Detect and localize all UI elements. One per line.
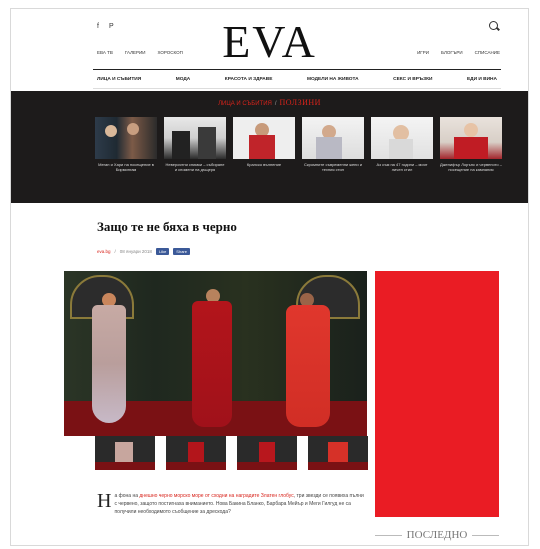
nav-item[interactable]: ЛИЦА И СЪБИТИЯ	[97, 77, 141, 82]
featured-card[interactable]: Скромните съвременни жени и техния стил	[302, 117, 364, 172]
card-caption[interactable]: Меган и Хари на посещение в Бирмингам	[95, 162, 157, 172]
gallery-thumb[interactable]	[237, 436, 297, 470]
card-caption[interactable]: Дженифър Лорънс и червеното – посещение …	[440, 162, 502, 172]
article-author[interactable]: eva.bg	[97, 249, 111, 254]
main-nav: ЛИЦА И СЪБИТИЯ МОДА КРАСОТА И ЗДРАВЕ МОД…	[93, 69, 501, 89]
header-left-links: ЕВА ТВ ГАЛЕРИИ ХОРОСКОП	[97, 50, 183, 55]
article-meta: eva.bg / 08 януари 2018 Like Share	[97, 248, 190, 255]
card-caption[interactable]: Аз съм на 47 години – моят личен стил	[371, 162, 433, 172]
featured-category[interactable]: ЛИЦА И СЪБИТИЯ	[218, 101, 272, 107]
link-galleries[interactable]: ГАЛЕРИИ	[125, 50, 146, 55]
card-caption[interactable]: Невероятни снимки – събиране и спомени н…	[164, 162, 226, 172]
article-body: На фона на днешно черно морско море от с…	[97, 490, 367, 516]
card-caption[interactable]: Скромните съвременни жени и техния стил	[302, 162, 364, 172]
nav-item[interactable]: КРАСОТА И ЗДРАВЕ	[225, 77, 273, 82]
gallery-thumb[interactable]	[95, 436, 155, 470]
featured-heading: ПОЛЗИНИ	[279, 98, 321, 107]
nav-item[interactable]: СЕКС И ВРЪЗКИ	[393, 77, 432, 82]
gallery-thumb[interactable]	[308, 436, 368, 470]
link-bloggers[interactable]: БЛОГЪРИ	[441, 50, 463, 55]
article-title: Защо те не бяха в черно	[97, 219, 237, 234]
card-image[interactable]	[371, 117, 433, 159]
card-image[interactable]	[164, 117, 226, 159]
featured-cards: Меган и Хари на посещение в Бирмингам Не…	[95, 117, 502, 172]
nav-item[interactable]: МОДА	[176, 77, 191, 82]
drop-cap: Н	[97, 490, 112, 512]
heading-rule	[375, 534, 402, 536]
link-magazine[interactable]: СПИСАНИЕ	[475, 50, 500, 55]
body-link[interactable]: днешно черно морско море от сходни на на…	[139, 493, 293, 499]
latest-label: ПОСЛЕДНО	[406, 529, 468, 541]
featured-card[interactable]: Кралско вълнение	[233, 117, 295, 172]
nav-item[interactable]: ЕДИ И ВИНА	[467, 77, 497, 82]
featured-card[interactable]: Дженифър Лорънс и червеното – посещение …	[440, 117, 502, 172]
gallery-thumbnails	[95, 436, 368, 470]
card-caption[interactable]: Кралско вълнение	[233, 162, 295, 167]
card-image[interactable]	[233, 117, 295, 159]
link-horoscope[interactable]: ХОРОСКОП	[158, 50, 183, 55]
featured-card[interactable]: Аз съм на 47 години – моят личен стил	[371, 117, 433, 172]
body-text: а фона на	[114, 493, 140, 499]
fb-share-button[interactable]: Share	[173, 248, 190, 255]
site-header: f P EVA ЕВА ТВ ГАЛЕРИИ ХОРОСКОП ИГРИ БЛО…	[11, 9, 528, 71]
featured-card[interactable]: Невероятни снимки – събиране и спомени н…	[164, 117, 226, 172]
sidebar-latest-heading: ПОСЛЕДНО	[375, 529, 499, 541]
card-image[interactable]	[95, 117, 157, 159]
card-image[interactable]	[440, 117, 502, 159]
site-logo[interactable]: EVA	[11, 15, 528, 68]
sidebar-ad[interactable]	[375, 271, 499, 517]
header-right-links: ИГРИ БЛОГЪРИ СПИСАНИЕ	[417, 50, 500, 55]
featured-band: ЛИЦА И СЪБИТИЯ / ПОЛЗИНИ Меган и Хари на п…	[11, 91, 528, 203]
article-title-wrap: Защо те не бяха в черно	[97, 219, 237, 235]
meta-separator: /	[114, 249, 116, 254]
browser-page: f P EVA ЕВА ТВ ГАЛЕРИИ ХОРОСКОП ИГРИ БЛО…	[10, 8, 529, 546]
link-eva-tv[interactable]: ЕВА ТВ	[97, 50, 113, 55]
fb-like-button[interactable]: Like	[155, 248, 170, 255]
featured-title: ЛИЦА И СЪБИТИЯ / ПОЛЗИНИ	[218, 98, 321, 107]
article-date: 08 януари 2018	[119, 249, 152, 254]
article-hero-image[interactable]	[64, 271, 367, 436]
link-games[interactable]: ИГРИ	[417, 50, 429, 55]
featured-card[interactable]: Меган и Хари на посещение в Бирмингам	[95, 117, 157, 172]
card-image[interactable]	[302, 117, 364, 159]
gallery-thumb[interactable]	[166, 436, 226, 470]
nav-item[interactable]: МОДЕЛИ НА ЖИВОТА	[307, 77, 359, 82]
heading-rule	[472, 534, 499, 536]
